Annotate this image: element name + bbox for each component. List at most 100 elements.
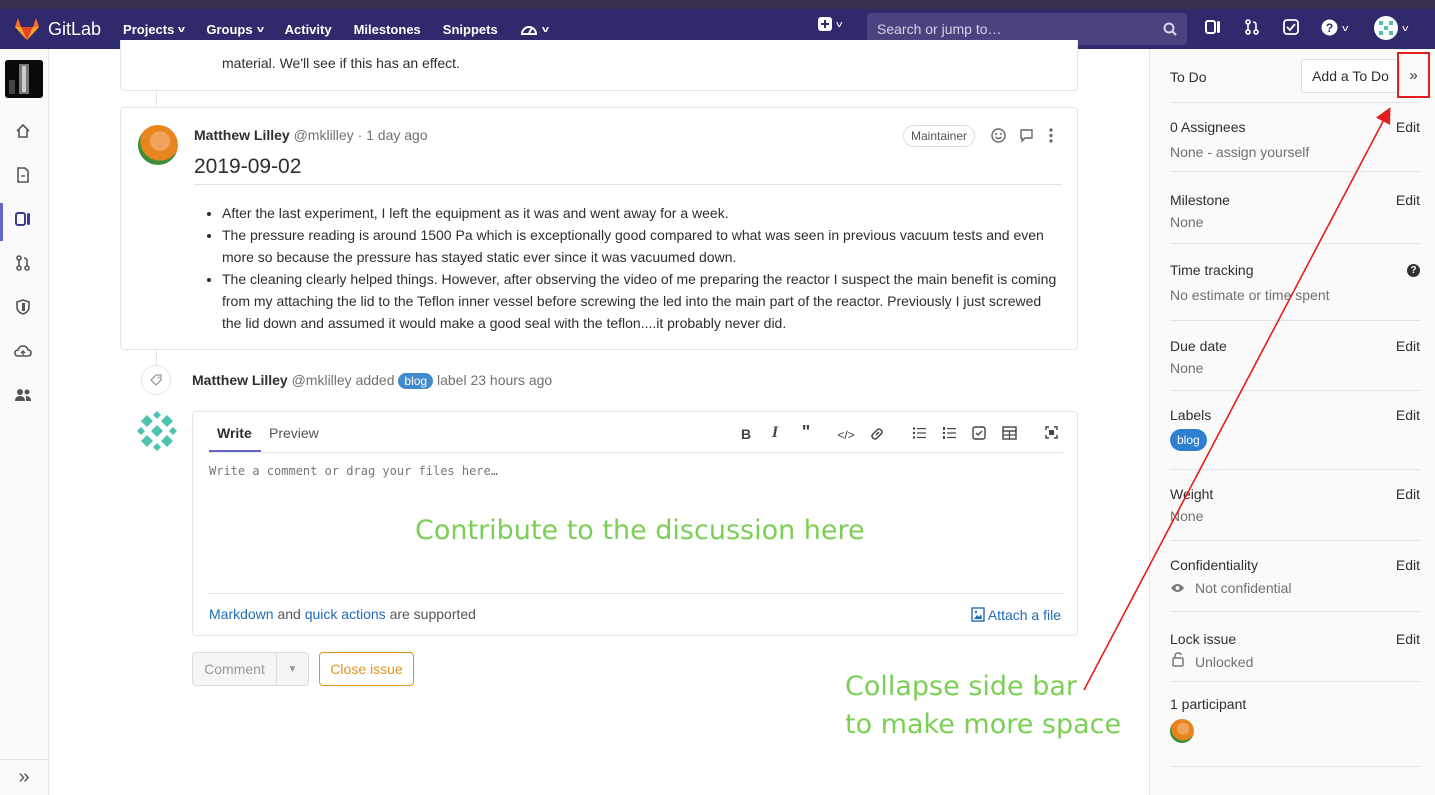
- note-body: After the last experiment, I left the eq…: [194, 202, 1064, 334]
- due-value: None: [1170, 360, 1204, 376]
- current-user-avatar[interactable]: [137, 411, 177, 451]
- table-icon[interactable]: [1000, 426, 1018, 443]
- smiley-icon: [991, 128, 1006, 143]
- fullscreen-icon[interactable]: [1042, 426, 1060, 442]
- nav-milestones[interactable]: Milestones: [354, 22, 421, 37]
- nav-projects[interactable]: Projects v: [123, 22, 185, 37]
- due-edit[interactable]: Edit: [1396, 338, 1420, 354]
- numbered-list-icon[interactable]: [940, 426, 958, 443]
- quick-actions-link[interactable]: quick actions: [305, 606, 386, 622]
- nav-members[interactable]: [14, 386, 32, 404]
- system-note-author[interactable]: Matthew Lilley: [192, 372, 288, 388]
- collapse-annotation-line-2: to make more space: [845, 709, 1122, 740]
- comment-button[interactable]: Comment: [192, 652, 277, 686]
- sidebar-confidentiality: Confidentiality Edit Not confidential: [1170, 541, 1420, 612]
- reply-button[interactable]: [1019, 128, 1034, 146]
- time-value: No estimate or time spent: [1170, 287, 1330, 303]
- search-placeholder: Search or jump to…: [877, 21, 1002, 37]
- nav-activity[interactable]: Activity: [285, 22, 332, 37]
- double-chevron-right-icon: »: [1409, 66, 1418, 84]
- milestone-edit[interactable]: Edit: [1396, 192, 1420, 208]
- list-item: After the last experiment, I left the eq…: [222, 202, 1064, 224]
- comment-type-dropdown[interactable]: ▼: [276, 652, 309, 686]
- italic-icon[interactable]: I: [766, 424, 784, 442]
- nav-todos-button[interactable]: [1283, 19, 1299, 35]
- fullscreen-svg: [1044, 426, 1058, 439]
- nav-operations[interactable]: [14, 342, 32, 360]
- assignees-value[interactable]: None - assign yourself: [1170, 144, 1309, 160]
- nav-help-dropdown[interactable]: ? v: [1321, 19, 1348, 36]
- nav-snippets[interactable]: Snippets: [443, 22, 498, 37]
- merge-requests-icon: [16, 255, 30, 271]
- chevron-down-icon: v: [256, 24, 264, 34]
- tab-write[interactable]: Write: [217, 425, 252, 441]
- nav-merge-requests[interactable]: [14, 254, 32, 272]
- comment-textarea[interactable]: Write a comment or drag your files here…: [209, 464, 498, 478]
- lock-edit[interactable]: Edit: [1396, 631, 1420, 647]
- assignees-edit[interactable]: Edit: [1396, 119, 1420, 135]
- collapse-sidebar-button[interactable]: »: [0, 759, 48, 795]
- list-item: The cleaning clearly helped things. Howe…: [222, 268, 1064, 334]
- nav-dashboard-dropdown[interactable]: v: [520, 21, 549, 37]
- home-icon: [16, 123, 30, 138]
- question-icon[interactable]: ?: [1407, 264, 1420, 277]
- table-svg: [1001, 426, 1017, 440]
- sidebar-labels: Labels Edit blog: [1170, 391, 1420, 470]
- code-icon[interactable]: </>: [837, 428, 855, 442]
- nav-issues-button[interactable]: [1205, 19, 1221, 35]
- chevron-down-icon: v: [541, 24, 549, 34]
- note-time[interactable]: · 1 day ago: [358, 127, 428, 143]
- author-avatar[interactable]: [138, 125, 178, 165]
- ellipsis-v-icon: [1049, 128, 1053, 143]
- attach-file-label: Attach a file: [987, 607, 1061, 623]
- nav-snippets-label: Snippets: [442, 21, 498, 37]
- lock-title: Lock issue: [1170, 631, 1237, 647]
- comment-icon: [1020, 129, 1033, 143]
- timeline-connector: [156, 350, 157, 365]
- label-badge[interactable]: blog: [398, 373, 434, 389]
- nav-merge-requests-button[interactable]: [1244, 19, 1260, 35]
- bold-icon[interactable]: B: [737, 426, 755, 442]
- project-avatar[interactable]: [5, 60, 43, 98]
- timeline-connector: [156, 91, 157, 107]
- sidebar-lock: Lock issue Edit Unlocked: [1170, 612, 1420, 682]
- markdown-link[interactable]: Markdown: [209, 606, 274, 622]
- quote-icon[interactable]: ": [797, 422, 815, 443]
- note-author[interactable]: Matthew Lilley: [194, 127, 290, 143]
- participant-avatar[interactable]: [1170, 719, 1194, 743]
- attach-file-button[interactable]: Attach a file: [971, 607, 1061, 623]
- weight-edit[interactable]: Edit: [1396, 486, 1420, 502]
- nav-groups-label: Groups: [206, 21, 253, 37]
- add-todo-button[interactable]: Add a To Do: [1301, 59, 1400, 93]
- nav-repository[interactable]: [14, 166, 32, 184]
- nav-security[interactable]: [14, 298, 32, 316]
- milestone-value: None: [1170, 214, 1204, 230]
- gitlab-logo[interactable]: GitLab: [14, 17, 101, 41]
- add-reaction-button[interactable]: [991, 128, 1006, 146]
- task-list-icon[interactable]: [970, 426, 988, 443]
- note-username[interactable]: @mklilley: [294, 127, 354, 143]
- assignees-title: 0 Assignees: [1170, 119, 1246, 135]
- system-note-username[interactable]: @mklilley: [292, 372, 352, 388]
- labels-edit[interactable]: Edit: [1396, 407, 1420, 423]
- tab-preview[interactable]: Preview: [269, 425, 319, 441]
- gitlab-tanuki-icon: [15, 18, 39, 40]
- labels-title: Labels: [1170, 407, 1212, 423]
- nav-project-home[interactable]: [14, 122, 32, 140]
- label-badge[interactable]: blog: [1170, 429, 1207, 451]
- user-menu[interactable]: v: [1374, 16, 1408, 40]
- conf-edit[interactable]: Edit: [1396, 557, 1420, 573]
- close-issue-button[interactable]: Close issue: [319, 652, 414, 686]
- new-dropdown[interactable]: v: [818, 17, 842, 31]
- unlock-icon: [1172, 652, 1184, 667]
- more-actions-button[interactable]: [1048, 128, 1054, 146]
- sidebar-due-date: Due date Edit None: [1170, 321, 1420, 391]
- divider: [194, 184, 1062, 185]
- collapse-sidebar-button[interactable]: »: [1397, 52, 1430, 98]
- bullet-list-icon[interactable]: [910, 426, 928, 443]
- divider: [209, 593, 1063, 594]
- nav-groups[interactable]: Groups v: [206, 21, 264, 37]
- lock-value: Unlocked: [1195, 654, 1254, 670]
- nav-issues[interactable]: [14, 210, 32, 228]
- link-icon[interactable]: [868, 426, 886, 445]
